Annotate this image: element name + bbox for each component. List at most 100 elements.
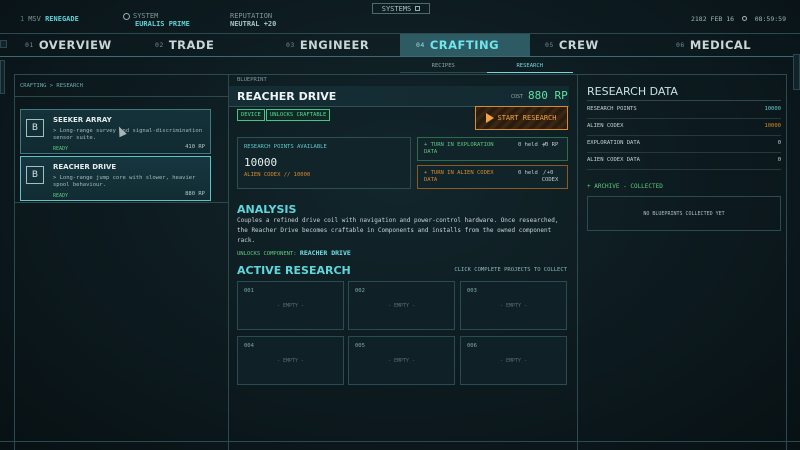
- research-slot[interactable]: 005 - EMPTY -: [348, 336, 455, 385]
- blueprint-title: REACHER DRIVE: [53, 163, 117, 171]
- slot-state: - EMPTY -: [276, 358, 305, 364]
- tag-unlocks-craftable: UNLOCKS CRAFTABLE: [266, 109, 331, 121]
- unlocks-value: REACHER DRIVE: [299, 249, 351, 257]
- tab-label: CRAFTING: [429, 38, 500, 52]
- tab-overview[interactable]: 01 OVERVIEW: [25, 34, 112, 56]
- tab-label: OVERVIEW: [38, 38, 112, 52]
- clock-icon: [741, 16, 747, 21]
- tab-crew[interactable]: 05 CREW: [545, 34, 599, 56]
- systems-label: SYSTEMS: [381, 4, 412, 13]
- archive-toggle[interactable]: + ARCHIVE - COLLECTED: [587, 183, 663, 190]
- research-slot[interactable]: 002 - EMPTY -: [348, 281, 455, 330]
- tab-number: 02: [155, 41, 164, 49]
- bottom-divider: [0, 441, 800, 442]
- breadcrumb: CRAFTING > RESEARCH: [20, 83, 83, 89]
- tab-number: 01: [25, 41, 34, 49]
- tab-crafting[interactable]: 04 CRAFTING: [400, 34, 530, 56]
- gain-value: +0 CODEX: [541, 170, 559, 183]
- tab-number: 03: [286, 41, 295, 49]
- slot-state: - EMPTY -: [499, 303, 528, 309]
- slot-state: - EMPTY -: [499, 358, 528, 364]
- research-slot[interactable]: 003 - EMPTY -: [460, 281, 567, 330]
- date-text: 2182 FEB 16: [690, 15, 735, 23]
- main-tabs: 01 OVERVIEW 02 TRADE 03 ENGINEER 04 CRAFTING…: [0, 34, 800, 56]
- active-research-heading: ACTIVE RESEARCH: [237, 264, 351, 277]
- system-info: SYSTEM EURALIS PRIME: [123, 12, 190, 28]
- tag-device: DEVICE: [237, 109, 265, 121]
- stat-label: ALIEN CODEX: [587, 123, 624, 129]
- tab-number: 06: [676, 41, 685, 49]
- collect-hint: CLICK COMPLETE PROJECTS TO COLLECT: [454, 267, 567, 273]
- blueprint-cost: 880 RP: [185, 191, 205, 197]
- stat-exploration-data: EXPLORATION DATA 0: [587, 137, 781, 153]
- research-slot[interactable]: 006 - EMPTY -: [460, 336, 567, 385]
- stat-label: RESEARCH POINTS: [587, 106, 637, 112]
- divider: [587, 100, 781, 101]
- slot-id: 001: [244, 288, 254, 294]
- top-bar: SYSTEMS 1 MSV RENEGADE SYSTEM EURALIS PRI…: [0, 0, 800, 34]
- reputation-info: REPUTATION NEUTRAL +20: [230, 12, 276, 28]
- system-name: EURALIS PRIME: [135, 20, 190, 28]
- tab-number: 05: [545, 41, 554, 49]
- tab-engineer[interactable]: 03 ENGINEER: [286, 34, 369, 56]
- slot-id: 003: [467, 288, 477, 294]
- blueprint-card-reacher-drive[interactable]: B REACHER DRIVE > Long-range jump core w…: [20, 156, 211, 201]
- systems-button[interactable]: SYSTEMS: [372, 3, 430, 14]
- time-text: 08:59:59: [754, 15, 786, 23]
- stat-research-points: RESEARCH POINTS 10000: [587, 103, 781, 119]
- system-key: SYSTEM: [133, 12, 159, 20]
- slot-state: - EMPTY -: [276, 303, 305, 309]
- rp-available-label: RESEARCH POINTS AVAILABLE: [244, 144, 327, 150]
- unlocks-label: UNLOCKS COMPONENT:: [237, 251, 297, 257]
- list-divider: [14, 202, 228, 203]
- blueprint-cost: 410 RP: [185, 144, 205, 150]
- tabs-divider: [0, 56, 800, 57]
- side-handle-left[interactable]: [0, 40, 7, 48]
- gain-value: +0 RP: [541, 142, 559, 148]
- slot-state: - EMPTY -: [387, 358, 416, 364]
- system-icon: [123, 12, 130, 20]
- turn-in-exploration-button[interactable]: + TURN IN EXPLORATION DATA 0 held / +0 R…: [417, 137, 568, 161]
- ship-info: 1 MSV RENEGADE: [20, 15, 79, 23]
- blueprint-badge: B: [26, 119, 44, 137]
- stat-value: 0: [777, 157, 781, 163]
- column-divider: [786, 74, 787, 450]
- stat-label: ALIEN CODEX DATA: [587, 157, 640, 163]
- play-icon: [486, 113, 495, 123]
- archive-empty-box: NO BLUEPRINTS COLLECTED YET: [587, 196, 781, 231]
- reputation-key: REPUTATION: [230, 12, 273, 20]
- tab-trade[interactable]: 02 TRADE: [155, 34, 214, 56]
- alien-codex-line: ALIEN CODEX // 10000: [244, 172, 311, 178]
- column-divider: [14, 74, 15, 450]
- blueprint-desc: > Long-range survey and signal-discrimin…: [53, 128, 203, 141]
- slot-state: - EMPTY -: [387, 303, 416, 309]
- held-count: 0 held: [518, 170, 538, 176]
- cost-label: COST: [511, 94, 524, 100]
- research-slot[interactable]: 004 - EMPTY -: [237, 336, 344, 385]
- research-slot[interactable]: 001 - EMPTY -: [237, 281, 344, 330]
- tab-medical[interactable]: 06 MEDICAL: [676, 34, 751, 56]
- side-handle-right[interactable]: [793, 54, 800, 90]
- side-panel-left[interactable]: [0, 60, 5, 94]
- turn-in-alien-codex-button[interactable]: + TURN IN ALIEN CODEX DATA 0 held / +0 C…: [417, 165, 568, 189]
- list-divider: [14, 96, 228, 97]
- blueprint-title: SEEKER ARRAY: [53, 116, 112, 124]
- blueprint-status: READY: [53, 146, 69, 152]
- subtab-recipes[interactable]: RECIPES: [400, 59, 487, 73]
- blueprint-card-seeker-array[interactable]: B SEEKER ARRAY > Long-range survey and s…: [20, 109, 211, 154]
- stat-alien-codex-data: ALIEN CODEX DATA 0: [587, 154, 781, 170]
- turn-in-label: + TURN IN ALIEN CODEX DATA: [424, 170, 494, 183]
- crafting-subtabs: RECIPES RESEARCH: [400, 59, 573, 73]
- unlocks-line: UNLOCKS COMPONENT: REACHER DRIVE: [237, 249, 351, 257]
- blueprint-status: READY: [53, 193, 69, 199]
- start-research-label: START RESEARCH: [497, 114, 557, 122]
- subtab-research[interactable]: RESEARCH: [486, 59, 573, 73]
- stat-value: 0: [777, 140, 781, 146]
- tab-label: CREW: [558, 38, 599, 52]
- blueprint-desc: > Long-range jump core with slower, heav…: [53, 175, 196, 188]
- tab-label: TRADE: [168, 38, 215, 52]
- content-divider: [14, 74, 786, 75]
- slot-id: 004: [244, 343, 254, 349]
- slot-id: 006: [467, 343, 477, 349]
- start-research-button[interactable]: START RESEARCH: [475, 106, 568, 130]
